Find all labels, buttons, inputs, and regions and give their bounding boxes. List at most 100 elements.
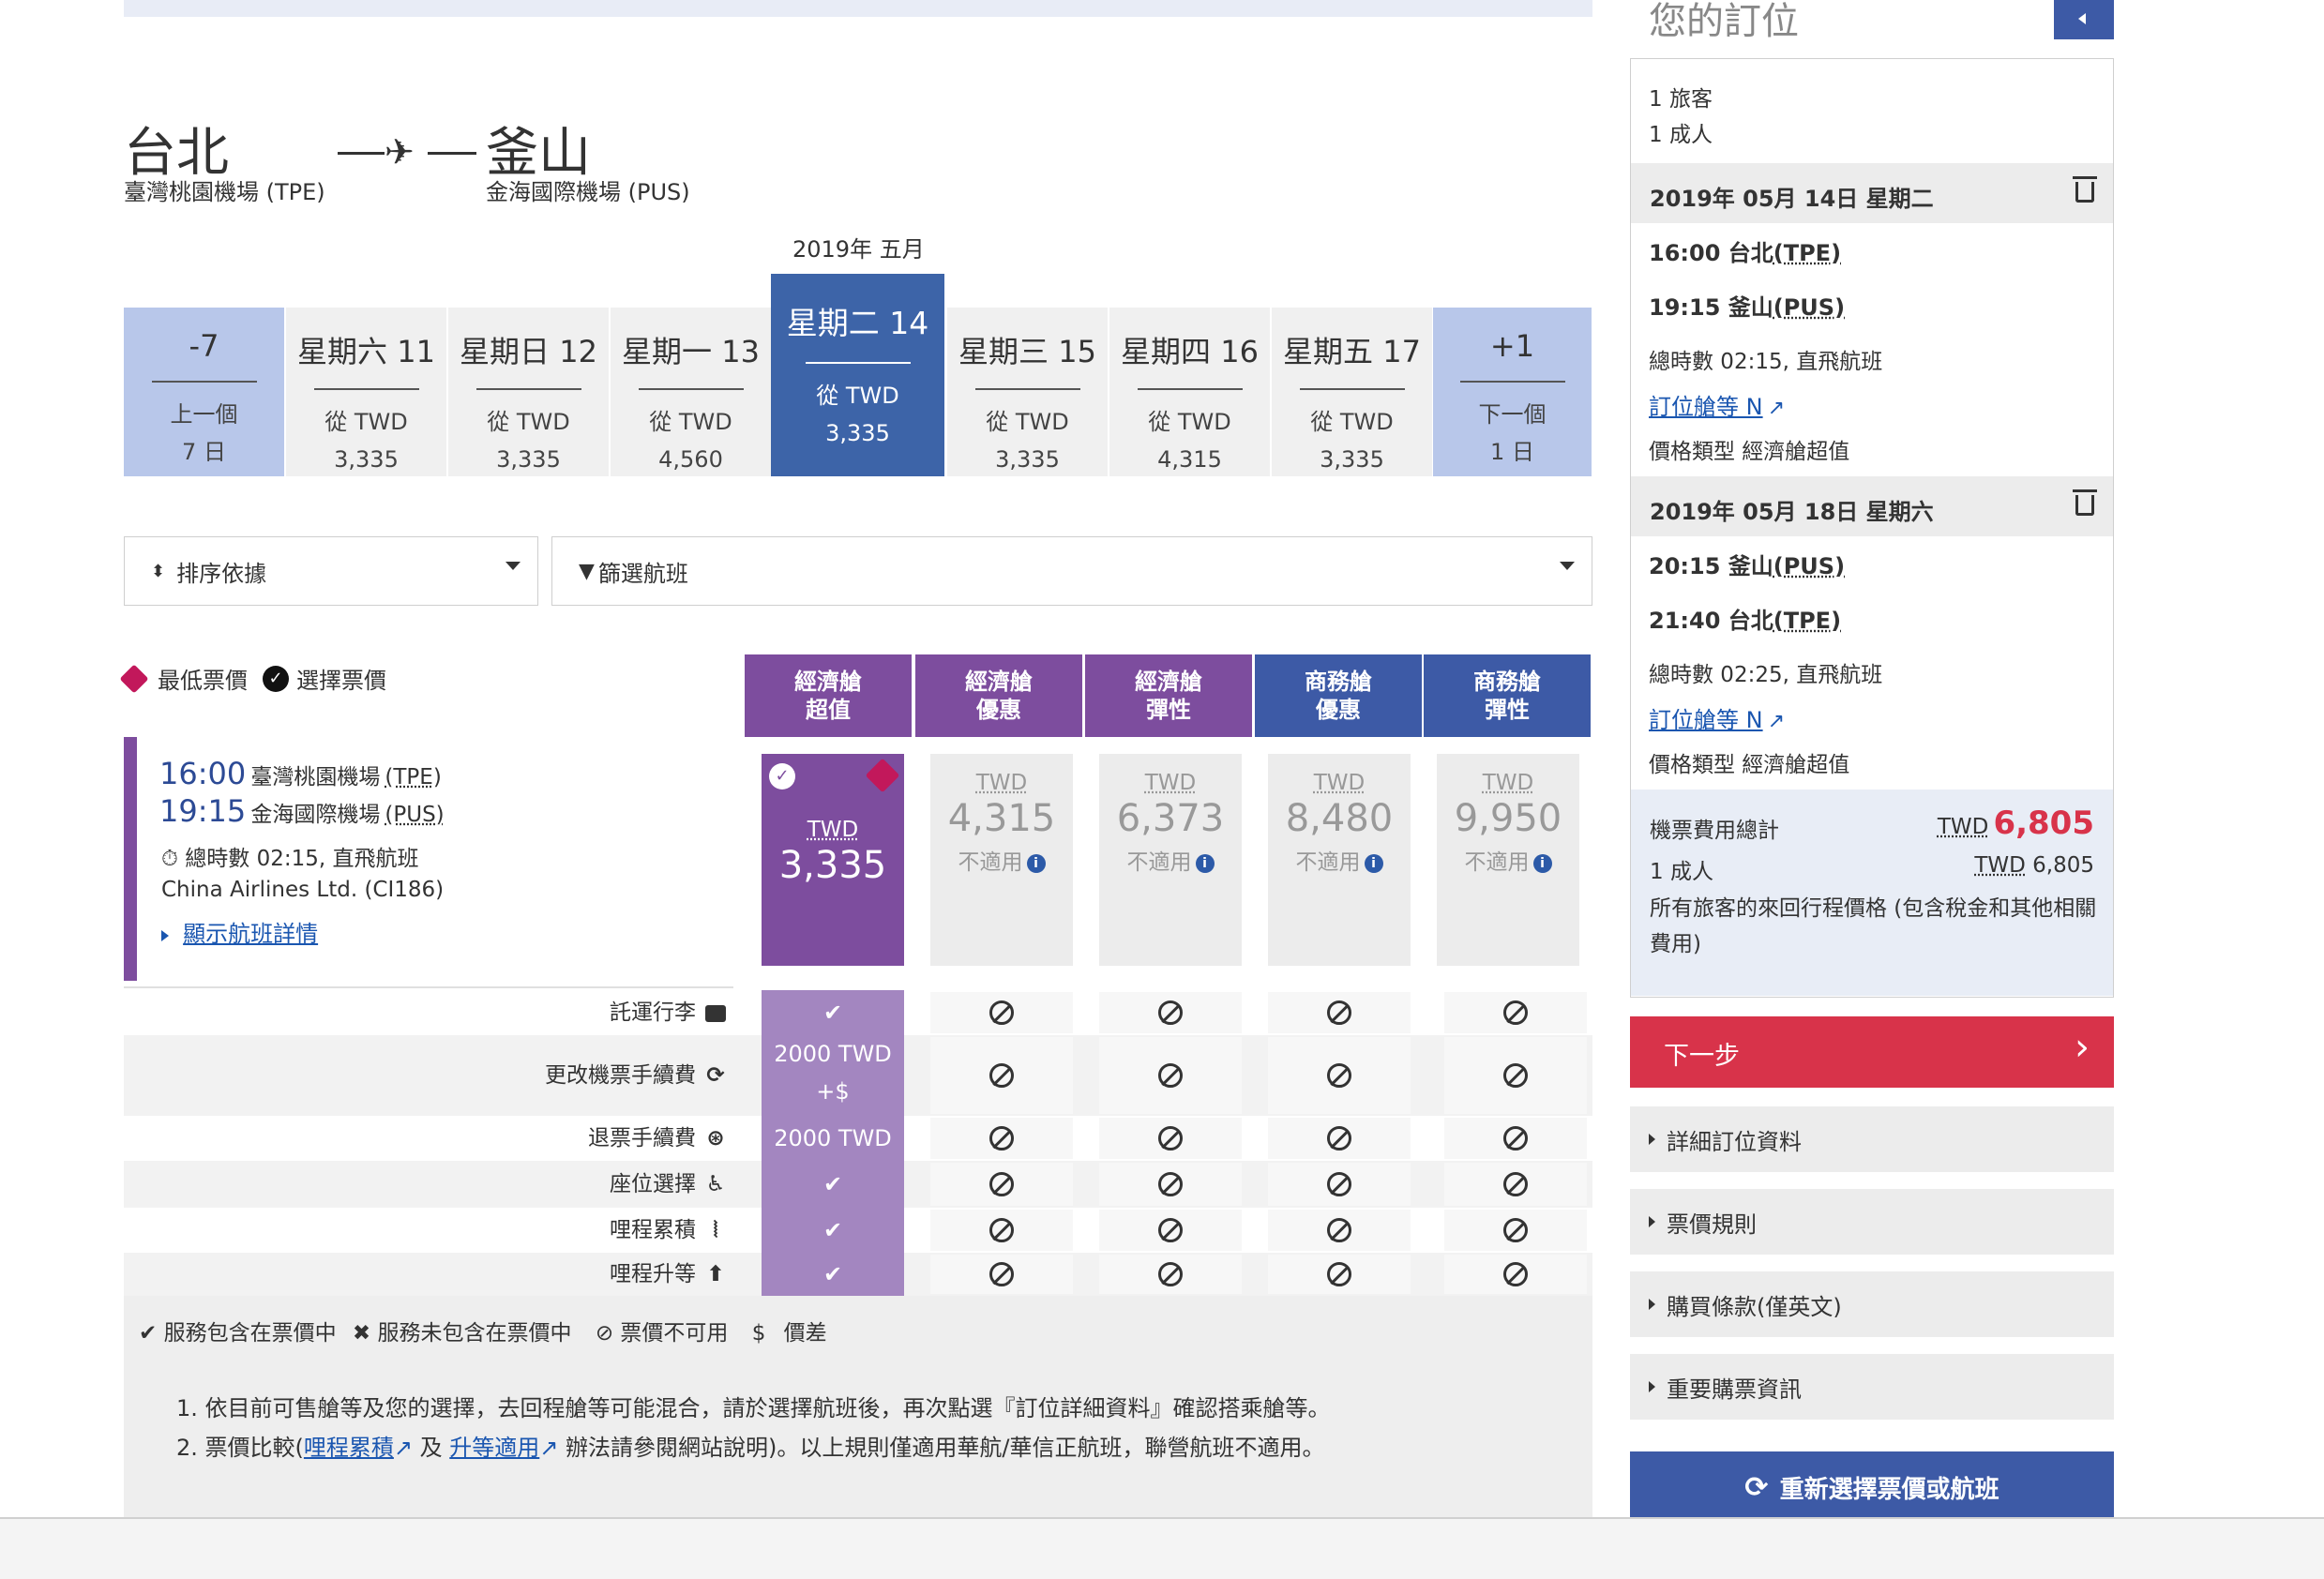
feature-unavailable [1099, 1037, 1242, 1114]
fare-not-applicable: 不適用 i [1437, 844, 1579, 876]
date-line-2: 1 日 [1490, 439, 1534, 465]
fare-option[interactable]: TWD 9,950 不適用 i [1437, 754, 1579, 966]
separator [974, 388, 1080, 390]
caret-right-icon [1649, 1134, 1655, 1145]
feature-unavailable [1099, 992, 1242, 1033]
side-section-2[interactable]: 購買條款(僅英文) [1630, 1271, 2114, 1337]
date-day: 星期五 17 [1283, 334, 1421, 369]
info-icon[interactable]: i [1195, 853, 1215, 873]
fare-currency: TWD [807, 818, 859, 842]
unavailable-icon [1327, 1126, 1351, 1150]
price-total-box: 機票費用總計 TWD 6,805 1 成人 TWD 6,805 所有旅客的來回行… [1631, 790, 2113, 996]
side-section-label: 購買條款(僅英文) [1667, 1293, 1842, 1320]
info-icon[interactable]: i [1532, 853, 1552, 873]
feature-label: 哩程升等 [610, 1262, 696, 1286]
next-step-button[interactable]: 下一步 › [1630, 1016, 2114, 1088]
unavailable-icon [1158, 1126, 1183, 1150]
fare-column-header[interactable]: 商務艙 彈性 [1424, 654, 1591, 737]
feature-unavailable [1444, 1163, 1587, 1206]
feature-unavailable [1444, 992, 1587, 1033]
feature-divider [124, 986, 733, 988]
leg1-fare-type: 價格類型 經濟艙超值 [1649, 440, 1850, 464]
leg2-class-link[interactable]: 訂位艙等 N [1649, 707, 1763, 733]
leg1-date: 2019年 05月 14日 星期二 [1650, 186, 1934, 212]
fare-option[interactable]: TWD 6,373 不適用 i [1099, 754, 1242, 966]
side-section-3[interactable]: 重要購票資訊 [1630, 1354, 2114, 1420]
reselect-fare-button[interactable]: ⟳ 重新選擇票價或航班 [1630, 1451, 2114, 1523]
info-icon[interactable]: i [1364, 853, 1383, 873]
feature-value: 2000 TWD [774, 1041, 892, 1067]
sort-dropdown[interactable]: ⬍ 排序依據 [124, 536, 538, 606]
info-icon[interactable]: i [1026, 853, 1046, 873]
side-section-1[interactable]: 票價規則 [1630, 1189, 2114, 1255]
fare-option[interactable]: TWD 4,315 不適用 i [930, 754, 1073, 966]
flight-card[interactable]: 16:00 臺灣桃園機場 (TPE) 19:15 金海國際機場 (PUS) ⏱ … [124, 737, 733, 981]
fare-not-applicable: 不適用 i [1268, 844, 1411, 876]
trash-icon[interactable] [2073, 176, 2097, 203]
bottom-bar [0, 1517, 2324, 1579]
arrival-code: (PUS) [385, 803, 445, 827]
upgrade-rules-link[interactable]: 升等適用 [449, 1435, 539, 1461]
fare-option-selected[interactable]: ✓ TWD 3,335 [762, 754, 904, 966]
unavailable-icon [989, 1172, 1014, 1196]
feature-value: ✔ [822, 1217, 843, 1243]
fare-column-header[interactable]: 商務艙 優惠 [1255, 654, 1422, 737]
feature-unavailable [1268, 992, 1411, 1033]
separator [313, 388, 419, 390]
fare-amount: 4,315 [947, 797, 1056, 840]
feature-row-label: 座位選擇 ♿ [124, 1170, 730, 1198]
date-option[interactable]: 星期五 17 從 TWD 3,335 [1272, 308, 1433, 476]
feature-value: ✔ [822, 1261, 843, 1287]
unavailable-icon [1158, 1218, 1183, 1242]
flight-duration: 總時數 02:15, 直飛航班 [185, 847, 419, 871]
feature-included: ✔ [762, 1161, 904, 1208]
feature-value: 2000 TWD [774, 1125, 892, 1151]
check-icon: ✔ [139, 1321, 158, 1346]
date-day: 星期一 13 [622, 334, 760, 369]
collapse-sidebar-button[interactable] [2054, 0, 2114, 39]
separator [1459, 381, 1565, 383]
show-details-link[interactable]: 顯示航班詳情 [183, 921, 318, 947]
refund-icon: ⊛ [706, 1126, 725, 1150]
date-option[interactable]: 星期二 14 從 TWD 3,335 [771, 274, 945, 476]
fare-currency: TWD [975, 771, 1028, 795]
fare-option[interactable]: TWD 8,480 不適用 i [1268, 754, 1411, 966]
miles-rules-link[interactable]: 哩程累積 [304, 1435, 394, 1461]
filter-dropdown[interactable]: ▼ 篩選航班 [551, 536, 1592, 606]
total-amount: 6,805 [1993, 805, 2094, 842]
fare-not-applicable: 不適用 i [930, 844, 1073, 876]
feature-row-label: 哩程累積 ⦚ [124, 1216, 730, 1244]
date-option[interactable]: 星期六 11 從 TWD 3,335 [286, 308, 447, 476]
fare-column-header[interactable]: 經濟艙 優惠 [915, 654, 1082, 737]
feature-included: ✔ [762, 1208, 904, 1253]
caret-left-icon [2078, 13, 2086, 24]
side-section-0[interactable]: 詳細訂位資料 [1630, 1106, 2114, 1172]
date-option[interactable]: 星期日 12 從 TWD 3,335 [448, 308, 610, 476]
feature-unavailable [1099, 1163, 1242, 1206]
date-option[interactable]: 星期三 15 從 TWD 3,335 [947, 308, 1109, 476]
chevron-down-icon [506, 562, 521, 570]
leg2-date: 2019年 05月 18日 星期六 [1650, 499, 1934, 525]
feature-included: 2000 TWD [762, 1116, 904, 1161]
note-1: 1. 依目前可售艙等及您的選擇，去回程艙等可能混合，請於選擇航班後，再次點選『訂… [176, 1395, 1331, 1421]
fare-amount: 3,335 [778, 844, 887, 887]
unavailable-icon [1327, 1218, 1351, 1242]
check-circle-icon: ✓ [263, 665, 289, 692]
leg1-class-link[interactable]: 訂位艙等 N [1649, 394, 1763, 420]
next-day-button[interactable]: +1 下一個 1 日 [1433, 308, 1592, 476]
chevron-down-icon [1560, 562, 1575, 570]
leg2-arrival: 21:40 台北(TPE) [1649, 608, 1842, 634]
fare-currency: TWD [1313, 771, 1366, 795]
feature-unavailable [1099, 1210, 1242, 1251]
trash-icon[interactable] [2073, 489, 2097, 516]
check-circle-icon: ✓ [769, 763, 795, 790]
fare-column-header[interactable]: 經濟艙 彈性 [1085, 654, 1252, 737]
date-option[interactable]: 星期四 16 從 TWD 4,315 [1109, 308, 1271, 476]
fare-type: 彈性 [1485, 697, 1530, 723]
feature-label: 託運行李 [610, 1000, 696, 1025]
fare-column-header[interactable]: 經濟艙 超值 [745, 654, 912, 737]
date-line-1: 從 TWD [1148, 409, 1231, 435]
prev-week-button[interactable]: -7 上一個 7 日 [124, 308, 285, 476]
date-option[interactable]: 星期一 13 從 TWD 4,560 [611, 308, 772, 476]
month-label: 2019年 五月 [792, 236, 925, 263]
